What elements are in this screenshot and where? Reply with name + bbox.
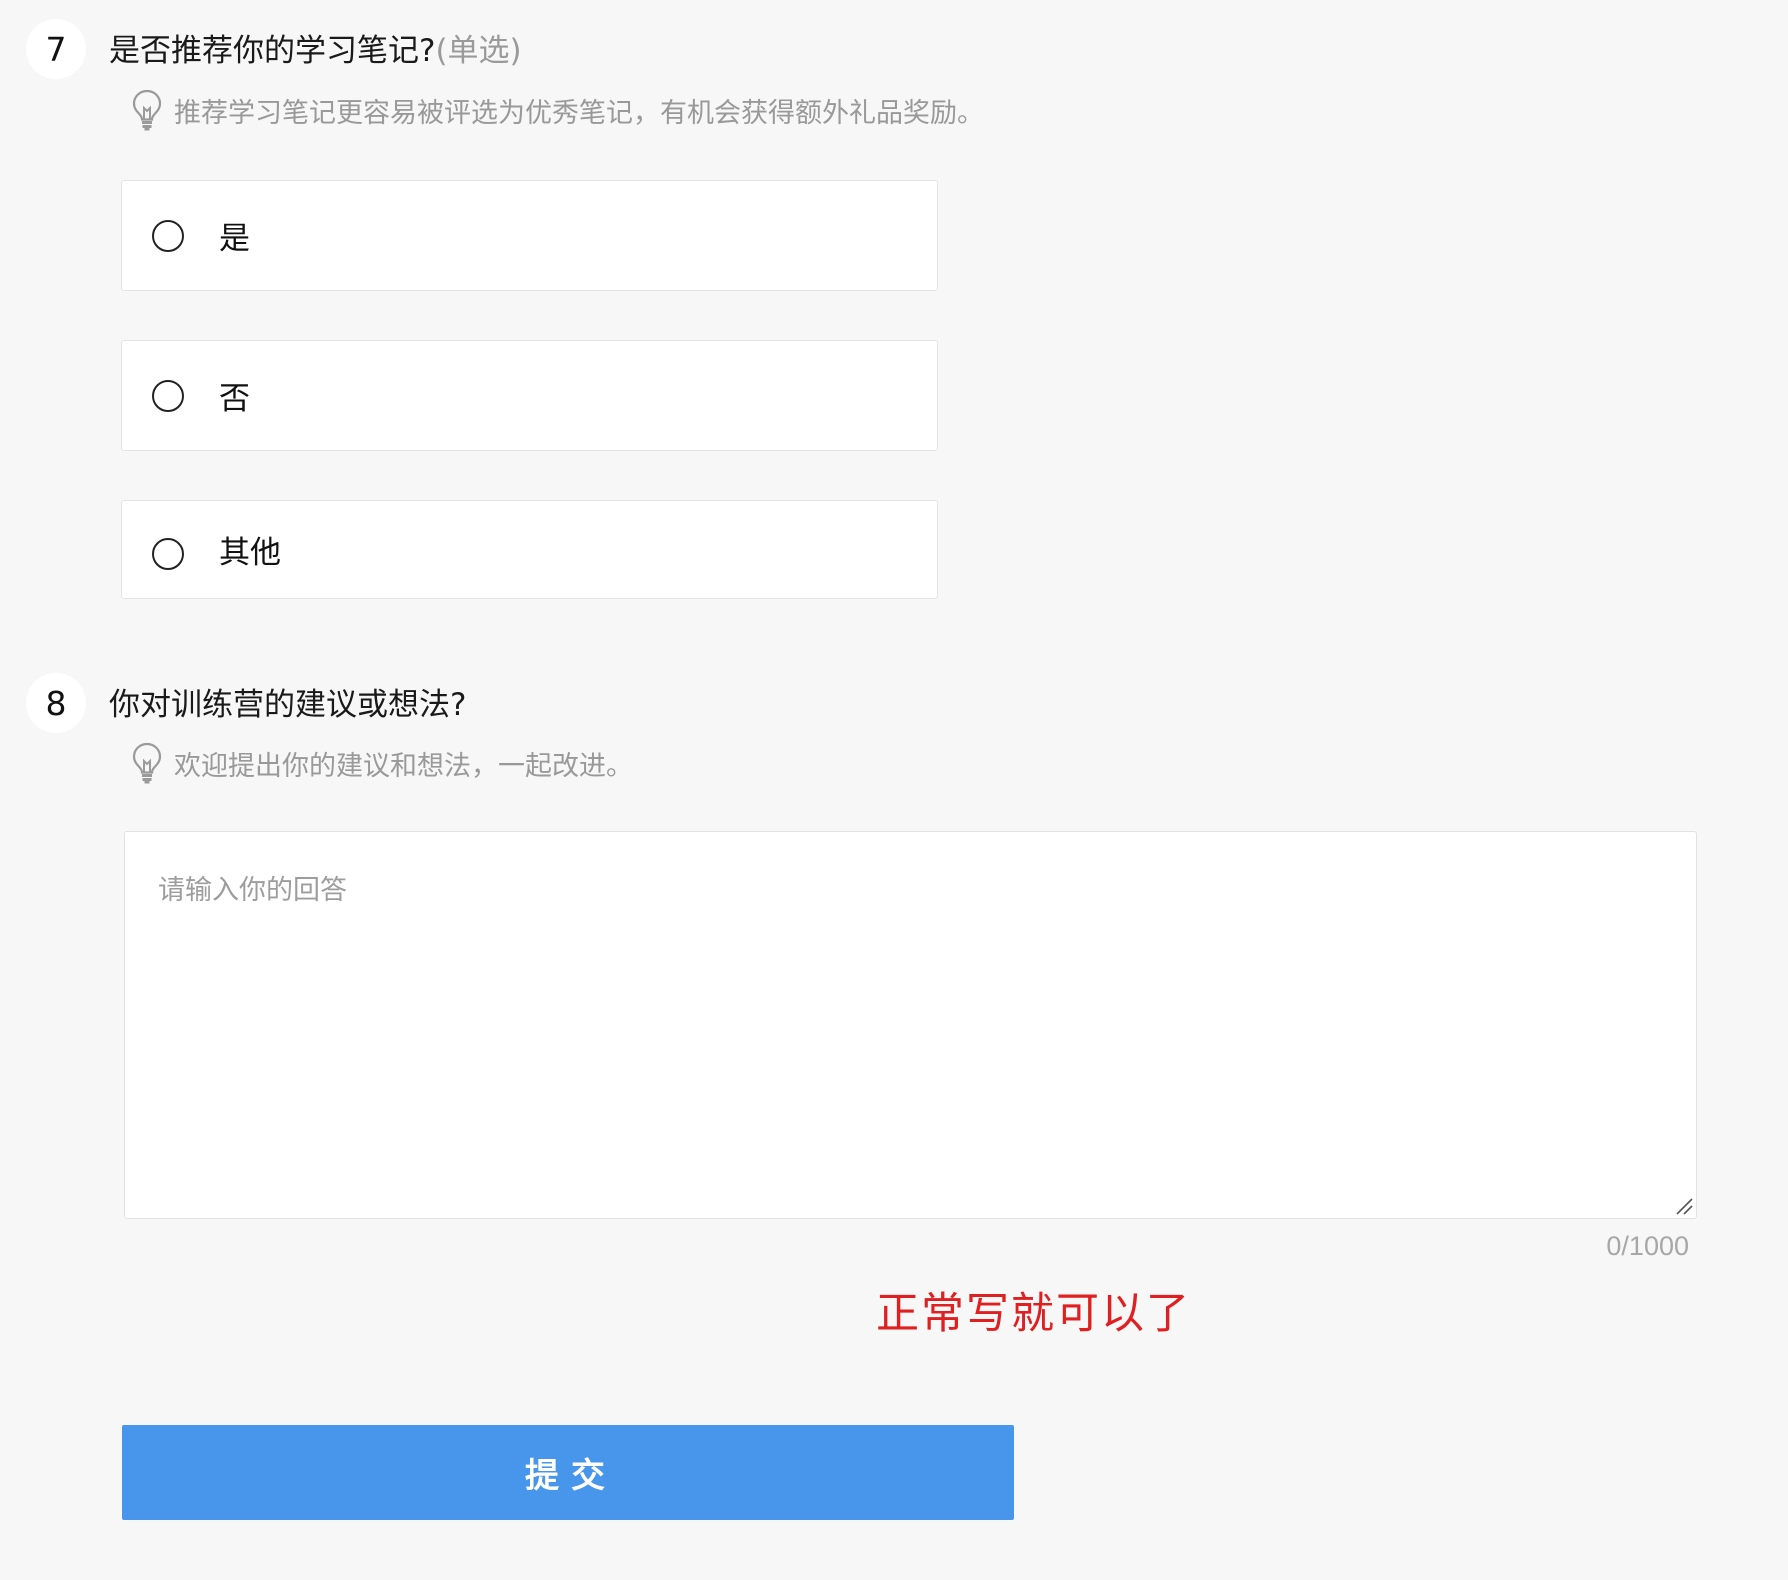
radio-icon[interactable]: [152, 379, 184, 412]
lightbulb-icon: [132, 89, 162, 131]
lightbulb-icon: [132, 742, 162, 784]
hint-text: 推荐学习笔记更容易被评选为优秀笔记，有机会获得额外礼品奖励。: [174, 97, 984, 129]
question-title-text: 你对训练营的建议或想法?: [109, 687, 467, 723]
question-type-tag: (单选): [435, 33, 522, 69]
question-title-text: 是否推荐你的学习笔记?: [109, 33, 436, 69]
radio-icon[interactable]: [152, 538, 184, 570]
submit-button[interactable]: 提交: [122, 1425, 1014, 1520]
option-label: 否: [219, 381, 250, 417]
option-label: 其他: [219, 535, 281, 571]
resize-handle-icon[interactable]: [1675, 1197, 1693, 1215]
question-number-badge: 8: [26, 673, 86, 733]
question-hint: 推荐学习笔记更容易被评选为优秀笔记，有机会获得额外礼品奖励。: [132, 89, 984, 131]
option-label: 是: [219, 221, 250, 257]
option-other[interactable]: 其他: [121, 500, 938, 599]
question-title: 是否推荐你的学习笔记?(单选): [109, 36, 522, 67]
answer-textarea[interactable]: [124, 831, 1697, 1219]
option-no[interactable]: 否: [121, 340, 938, 451]
option-yes[interactable]: 是: [121, 180, 938, 291]
annotation-text: 正常写就可以了: [876, 1289, 1191, 1339]
hint-text: 欢迎提出你的建议和想法，一起改进。: [174, 750, 633, 782]
radio-icon[interactable]: [152, 219, 184, 252]
question-number-badge: 7: [26, 19, 86, 79]
character-counter: 0/1000: [1606, 1231, 1689, 1261]
question-hint: 欢迎提出你的建议和想法，一起改进。: [132, 742, 633, 784]
question-title: 你对训练营的建议或想法?: [109, 690, 466, 721]
